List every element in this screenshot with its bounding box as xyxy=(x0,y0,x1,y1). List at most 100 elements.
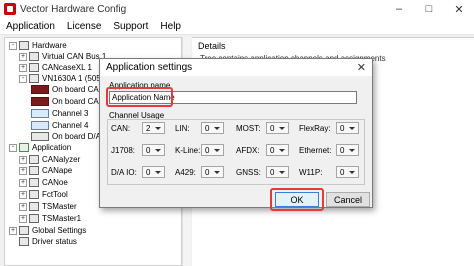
expand-icon[interactable]: + xyxy=(19,155,27,164)
collapse-icon[interactable]: - xyxy=(9,143,17,152)
settings-icon xyxy=(19,226,29,235)
ok-highlight xyxy=(270,188,324,211)
lin-select[interactable]: 0 xyxy=(201,122,224,134)
can-channel-icon xyxy=(31,85,49,94)
tree-item-label: On board CAN xyxy=(52,97,105,106)
tree-item-canoe[interactable]: + CANoe xyxy=(19,177,68,188)
expand-icon[interactable]: + xyxy=(19,52,27,61)
cancel-button[interactable]: Cancel xyxy=(326,192,370,207)
tree-item-tsmaster[interactable]: + TSMaster xyxy=(19,201,77,212)
tree-item-cancasexl[interactable]: + CANcaseXL 1 xyxy=(19,62,92,73)
application-settings-dialog: Application settings ✕ Application name … xyxy=(99,58,373,211)
menu-support[interactable]: Support xyxy=(107,21,154,32)
collapse-icon[interactable]: - xyxy=(19,74,27,83)
tree-item-virtual-can-bus[interactable]: + Virtual CAN Bus 1 xyxy=(19,51,106,62)
tree-item-label: CANcaseXL 1 xyxy=(42,63,92,72)
tree-item-global-settings[interactable]: + Global Settings xyxy=(9,225,86,236)
app-entry-icon xyxy=(29,214,39,223)
most-select[interactable]: 0 xyxy=(266,122,289,134)
most-label: MOST: xyxy=(236,124,261,133)
dropdown-arrow-icon xyxy=(214,170,220,174)
tree-item-canalyzer[interactable]: + CANalyzer xyxy=(19,154,80,165)
ethernet-select-value: 0 xyxy=(340,145,345,155)
afdx-label: AFDX: xyxy=(236,146,260,155)
da-icon xyxy=(31,132,49,141)
tree-item-onboard-can-2[interactable]: On board CAN xyxy=(31,96,104,107)
dropdown-arrow-icon xyxy=(349,170,355,174)
w11p-select[interactable]: 0 xyxy=(336,166,359,178)
app-entry-icon xyxy=(29,166,39,175)
device-icon xyxy=(29,74,39,83)
app-entry-icon xyxy=(29,202,39,211)
tree-item-channel-3[interactable]: Channel 3 xyxy=(31,108,88,119)
j1708-select[interactable]: 0 xyxy=(142,144,165,156)
maximize-icon[interactable]: □ xyxy=(414,0,444,18)
da-io-label: D/A IO: xyxy=(111,168,137,177)
dialog-close-icon[interactable]: ✕ xyxy=(357,61,366,74)
expand-icon[interactable]: + xyxy=(19,190,27,199)
tree-item-label: Hardware xyxy=(32,41,67,50)
tree-item-canape[interactable]: + CANape xyxy=(19,165,72,176)
w11p-label: W11P: xyxy=(299,168,323,177)
expand-icon[interactable]: + xyxy=(19,178,27,187)
app-name-highlight xyxy=(106,87,173,107)
most-select-value: 0 xyxy=(270,123,275,133)
menu-license[interactable]: License xyxy=(61,21,107,32)
application-icon xyxy=(19,143,29,152)
app-entry-icon xyxy=(29,178,39,187)
close-icon[interactable]: ✕ xyxy=(444,0,474,18)
tree-item-application[interactable]: - Application xyxy=(9,142,71,153)
tree-item-fcttool[interactable]: + FctTool xyxy=(19,189,68,200)
tree-item-label: TSMaster xyxy=(42,202,77,211)
a429-label: A429: xyxy=(175,168,196,177)
vector-app-icon xyxy=(4,3,16,15)
a429-select[interactable]: 0 xyxy=(201,166,224,178)
dropdown-arrow-icon xyxy=(279,126,285,130)
can-select-value: 2 xyxy=(146,123,151,133)
tree-item-hardware[interactable]: - Hardware xyxy=(9,40,67,51)
tree-item-tsmaster1[interactable]: + TSMaster1 xyxy=(19,213,81,224)
tree-item-label: Application xyxy=(32,143,72,152)
tree-item-label: Virtual CAN Bus 1 xyxy=(42,52,107,61)
ethernet-label: Ethernet: xyxy=(299,146,332,155)
tree-item-label: On board D/A xyxy=(52,132,101,141)
can-select[interactable]: 2 xyxy=(142,122,165,134)
expand-icon[interactable]: + xyxy=(19,63,27,72)
menu-bar: Application License Support Help xyxy=(0,18,474,35)
menu-application[interactable]: Application xyxy=(0,21,61,32)
tree-item-label: Driver status xyxy=(32,237,77,246)
dropdown-arrow-icon xyxy=(349,126,355,130)
dialog-title-bar: Application settings ✕ xyxy=(100,59,372,76)
expand-icon[interactable]: + xyxy=(19,166,27,175)
device-icon xyxy=(29,52,39,61)
da-io-select-value: 0 xyxy=(146,167,151,177)
expand-icon[interactable]: + xyxy=(19,202,27,211)
kline-select[interactable]: 0 xyxy=(201,144,224,156)
collapse-icon[interactable]: - xyxy=(9,41,17,50)
tree-item-onboard-da[interactable]: On board D/A xyxy=(31,131,101,142)
tree-item-label: On board CAN xyxy=(52,85,105,94)
tree-item-onboard-can-1[interactable]: On board CAN xyxy=(31,84,104,95)
title-bar: Vector Hardware Config – □ ✕ xyxy=(0,0,474,18)
tree-item-label: CANape xyxy=(42,166,73,175)
afdx-select[interactable]: 0 xyxy=(266,144,289,156)
expand-icon[interactable]: + xyxy=(19,214,27,223)
da-io-select[interactable]: 0 xyxy=(142,166,165,178)
flexray-select[interactable]: 0 xyxy=(336,122,359,134)
tree-item-label: Global Settings xyxy=(32,226,87,235)
expand-icon[interactable]: + xyxy=(9,226,17,235)
tree-item-channel-4[interactable]: Channel 4 xyxy=(31,120,88,131)
channel-icon xyxy=(31,121,49,130)
gnss-select[interactable]: 0 xyxy=(266,166,289,178)
menu-help[interactable]: Help xyxy=(154,21,187,32)
app-entry-icon xyxy=(29,190,39,199)
flexray-label: FlexRay: xyxy=(299,124,331,133)
dropdown-arrow-icon xyxy=(349,148,355,152)
dropdown-arrow-icon xyxy=(155,170,161,174)
tree-item-driver-status[interactable]: Driver status xyxy=(19,236,77,247)
kline-select-value: 0 xyxy=(205,145,210,155)
minimize-icon[interactable]: – xyxy=(384,0,414,18)
tree-item-label: FctTool xyxy=(42,190,68,199)
main-window: Vector Hardware Config – □ ✕ Application… xyxy=(0,0,474,266)
ethernet-select[interactable]: 0 xyxy=(336,144,359,156)
